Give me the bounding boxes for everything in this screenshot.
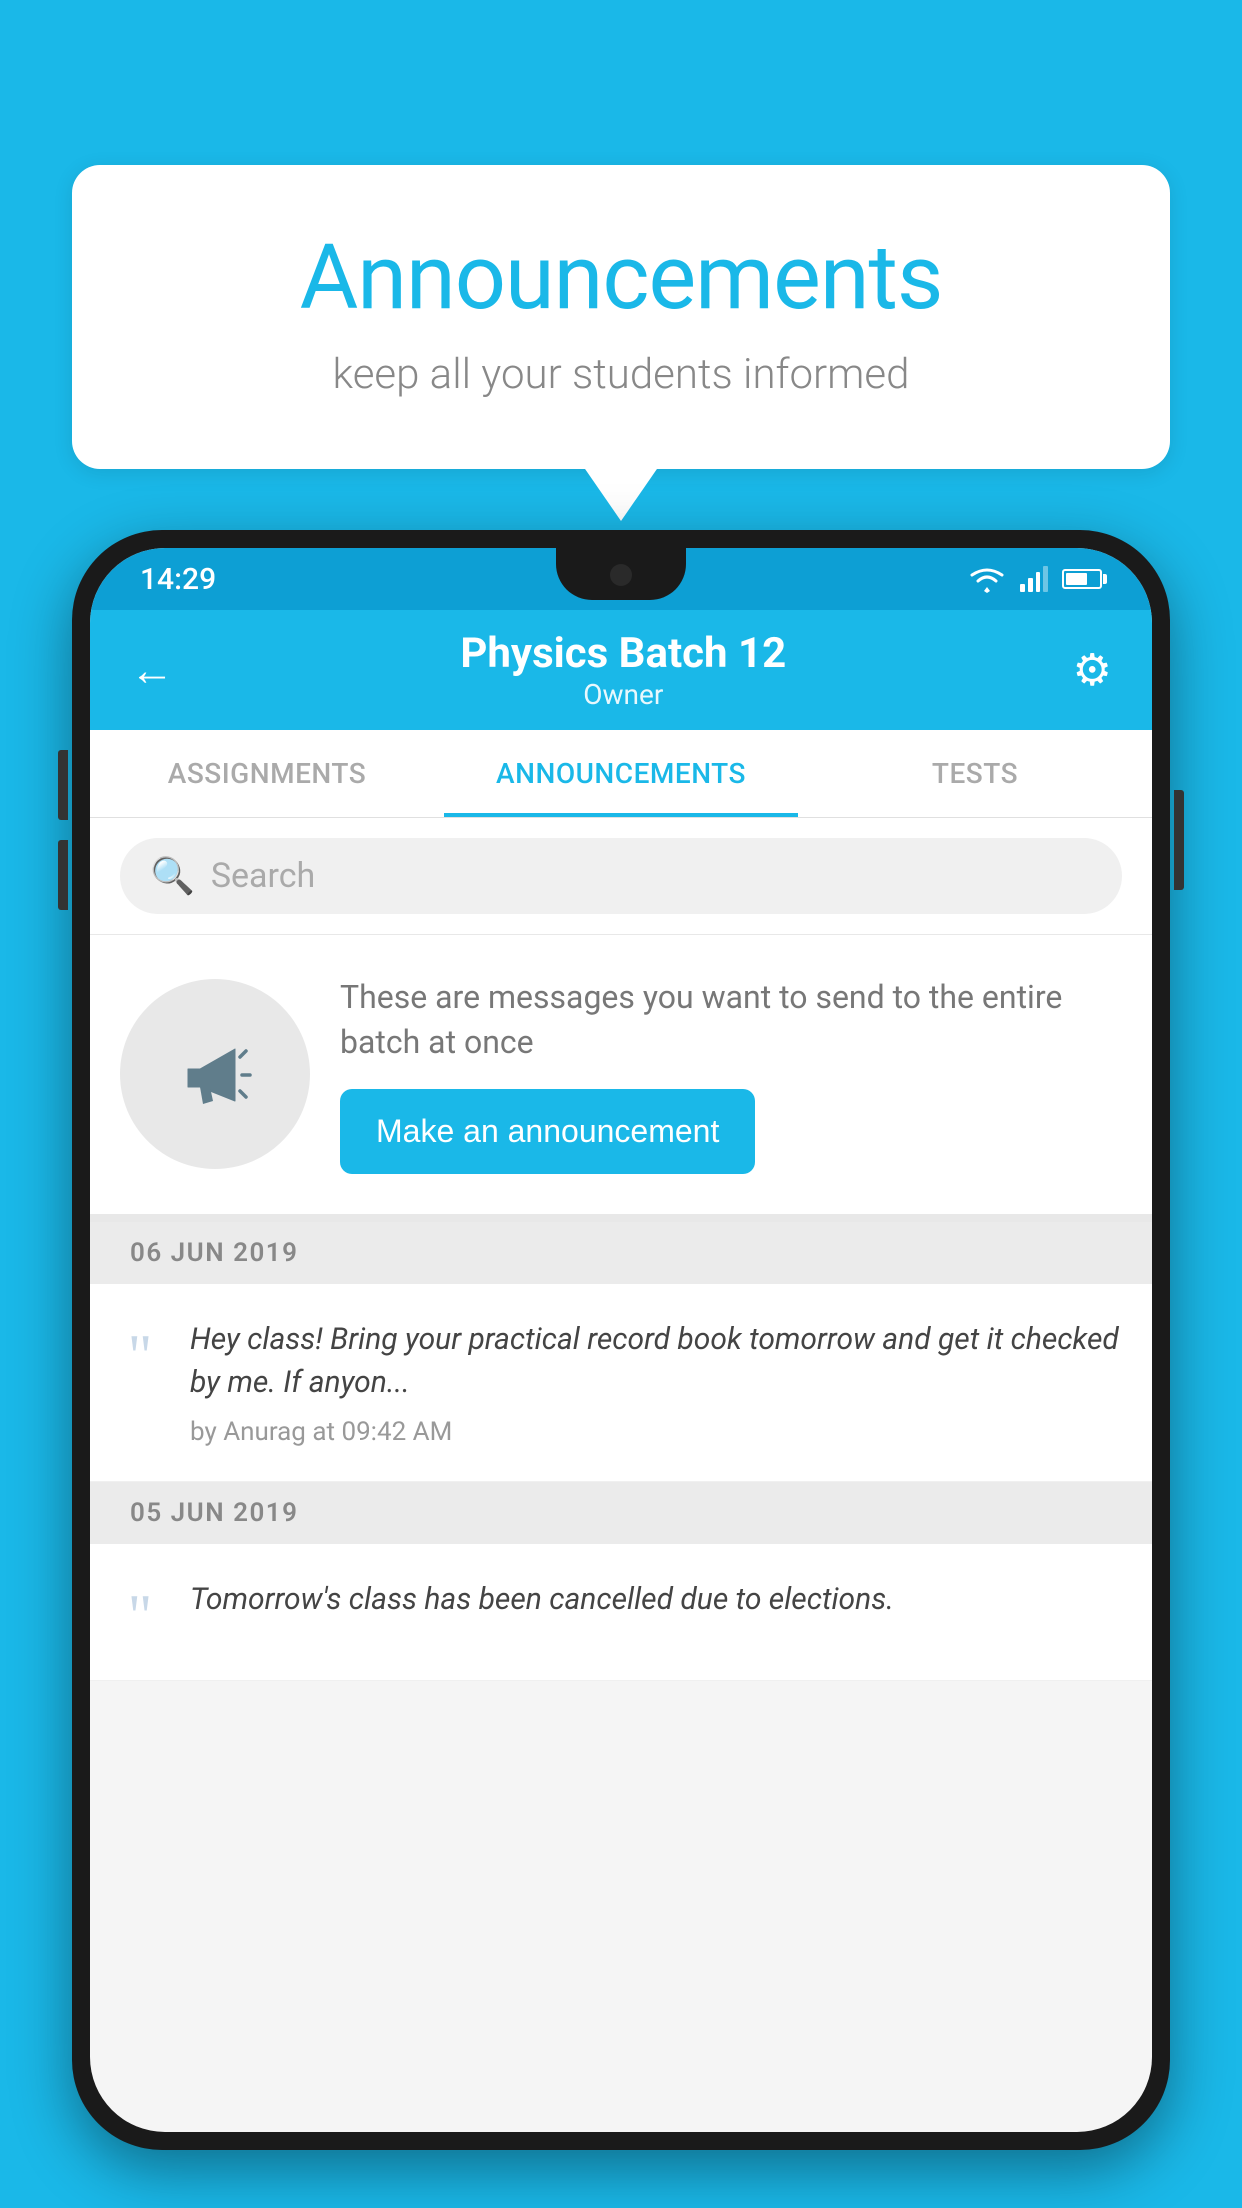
wifi-icon [968,565,1006,593]
make-announcement-button[interactable]: Make an announcement [340,1089,755,1174]
announcement-item-2[interactable]: " Tomorrow's class has been cancelled du… [90,1544,1152,1681]
announcement-icon-circle [120,979,310,1169]
date-label-1: 06 JUN 2019 [130,1238,299,1268]
announcement-item-1[interactable]: " Hey class! Bring your practical record… [90,1284,1152,1482]
quote-icon-1: " [110,1326,170,1447]
header-subtitle: Owner [460,678,786,711]
tab-tests[interactable]: TESTS [798,730,1152,817]
tab-tests-label: TESTS [932,757,1018,790]
phone-notch [556,548,686,600]
speech-bubble-section: Announcements keep all your students inf… [72,165,1170,469]
announcement-cta-right: These are messages you want to send to t… [340,975,1122,1174]
power-button [1174,790,1184,890]
tab-assignments-label: ASSIGNMENTS [168,757,366,790]
settings-icon[interactable]: ⚙ [1073,644,1112,696]
search-container: 🔍 Search [90,818,1152,935]
front-camera [610,564,632,586]
phone-screen: 14:29 [90,548,1152,2132]
announcement-message-1: Hey class! Bring your practical record b… [190,1318,1122,1405]
search-icon: 🔍 [150,855,195,897]
announcement-content-2: Tomorrow's class has been cancelled due … [190,1578,1122,1646]
tab-assignments[interactable]: ASSIGNMENTS [90,730,444,817]
tab-announcements[interactable]: ANNOUNCEMENTS [444,730,798,817]
phone-mockup: 14:29 [72,530,1170,2208]
tab-announcements-label: ANNOUNCEMENTS [496,757,746,790]
date-label-2: 05 JUN 2019 [130,1498,299,1528]
volume-down-button [58,840,68,910]
announcement-content-1: Hey class! Bring your practical record b… [190,1318,1122,1447]
announcement-meta-1: by Anurag at 09:42 AM [190,1417,1122,1447]
tabs-bar: ASSIGNMENTS ANNOUNCEMENTS TESTS [90,730,1152,818]
search-box[interactable]: 🔍 Search [120,838,1122,914]
app-header: ← Physics Batch 12 Owner ⚙ [90,610,1152,730]
megaphone-icon [170,1029,260,1119]
status-time: 14:29 [140,562,216,597]
battery-icon [1062,569,1102,589]
back-button[interactable]: ← [130,644,174,696]
quote-icon-2: " [110,1586,170,1646]
date-separator-2: 05 JUN 2019 [90,1482,1152,1544]
announcement-message-2: Tomorrow's class has been cancelled due … [190,1578,1122,1622]
search-input[interactable]: Search [211,856,315,896]
header-title: Physics Batch 12 [460,629,786,678]
speech-bubble: Announcements keep all your students inf… [72,165,1170,469]
signal-icon [1020,566,1048,592]
announcement-cta-section: These are messages you want to send to t… [90,935,1152,1222]
bubble-title: Announcements [152,225,1090,330]
header-center: Physics Batch 12 Owner [460,629,786,711]
announcement-description: These are messages you want to send to t… [340,975,1122,1065]
phone-outer: 14:29 [72,530,1170,2150]
bubble-subtitle: keep all your students informed [152,350,1090,399]
volume-up-button [58,750,68,820]
battery-fill [1066,573,1087,585]
status-icons [968,565,1102,593]
date-separator-1: 06 JUN 2019 [90,1222,1152,1284]
